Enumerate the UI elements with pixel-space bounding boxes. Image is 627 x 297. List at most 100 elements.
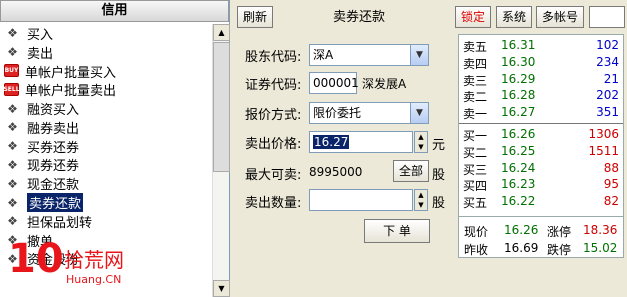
sell-level-row[interactable]: 卖五 16.31 102 <box>463 38 621 55</box>
tree-item[interactable]: ❖ 担保品划转 <box>0 212 212 231</box>
tree-item[interactable]: SELL 单帐户批量卖出 <box>0 80 212 99</box>
sell-level-row[interactable]: 卖四 16.30 234 <box>463 55 621 72</box>
price-label: 卖出价格: <box>245 137 302 152</box>
sell-vol: 102 <box>596 38 619 52</box>
buy-name: 买三 <box>463 162 488 177</box>
tree-item[interactable]: ❖ 融资买入 <box>0 99 212 119</box>
buy-name: 买二 <box>463 145 488 160</box>
multi-account-button[interactable]: 多帐号 <box>536 6 584 28</box>
qty-label: 卖出数量: <box>245 196 302 211</box>
diamond-icon: ❖ <box>7 45 18 60</box>
stepper-up-icon[interactable]: ▲ <box>415 190 427 200</box>
tree-item[interactable]: ❖ 买券还券 <box>0 137 212 156</box>
buy-vol: 95 <box>603 177 619 192</box>
quote-mode-value: 限价委托 <box>313 106 362 120</box>
sell-name: 卖二 <box>463 90 488 105</box>
max-sell-value: 8995000 <box>309 165 363 179</box>
tree-item[interactable]: BUY 单帐户批量买入 <box>0 62 212 81</box>
qty-stepper[interactable]: ▲ ▼ <box>414 189 428 211</box>
chevron-down-icon[interactable]: ▼ <box>410 45 428 65</box>
scroll-up-icon[interactable]: ▲ <box>213 24 230 41</box>
buy-price: 16.25 <box>501 143 536 158</box>
tree-item-label: 融资买入 <box>27 103 80 119</box>
sell-level-row[interactable]: 卖三 16.29 21 <box>463 72 621 89</box>
max-unit: 股 <box>432 168 446 183</box>
diamond-icon: ❖ <box>7 214 18 229</box>
buy-name: 买一 <box>463 129 488 143</box>
stepper-down-icon[interactable]: ▼ <box>415 200 427 210</box>
system-button[interactable]: 系统 <box>496 6 532 28</box>
buy-level-row[interactable]: 买一 16.26 1306 <box>463 127 621 144</box>
tree-item[interactable]: ❖ 卖券还款 <box>0 193 212 213</box>
tree-item[interactable]: ❖ 现金还款 <box>0 174 212 194</box>
scroll-down-icon[interactable]: ▼ <box>213 280 230 297</box>
diamond-icon: ❖ <box>7 139 18 154</box>
buy-name: 买四 <box>463 179 488 194</box>
watermark-site: Huang.CN <box>66 273 122 286</box>
tree-item-label: 卖出 <box>27 46 54 62</box>
buy-level-row[interactable]: 买四 16.23 95 <box>463 177 621 194</box>
refresh-button[interactable]: 刷新 <box>237 6 273 28</box>
quote-mode-select[interactable]: 限价委托 ▼ <box>309 102 429 124</box>
qty-unit: 股 <box>432 196 446 211</box>
tree-item[interactable]: ❖ 融券卖出 <box>0 118 212 137</box>
buy-vol: 88 <box>603 160 619 175</box>
code-input[interactable]: 000001 <box>309 72 359 94</box>
shareholder-value: 深A <box>313 48 334 62</box>
extra-box[interactable] <box>589 6 625 28</box>
sell-vol: 202 <box>596 88 619 103</box>
watermark-title: 拾荒网 <box>64 248 124 272</box>
tree-item-label: 单帐户批量卖出 <box>25 84 117 100</box>
stepper-up-icon[interactable]: ▲ <box>415 132 427 142</box>
price-stepper[interactable]: ▲ ▼ <box>414 131 428 153</box>
tree-item[interactable]: ❖ 现券还券 <box>0 156 212 175</box>
diamond-icon: ❖ <box>7 101 18 116</box>
divider <box>459 123 623 124</box>
tree-item-label: 单帐户批量买入 <box>25 65 117 81</box>
tree-item[interactable]: ❖ 买入 <box>0 24 212 43</box>
sell-price: 16.28 <box>501 88 536 103</box>
prev-close-value: 16.69 <box>504 241 539 255</box>
buy-level-row[interactable]: 买三 16.24 88 <box>463 161 621 178</box>
buy-level-row[interactable]: 买二 16.25 1511 <box>463 144 621 161</box>
chevron-down-icon[interactable]: ▼ <box>410 103 428 123</box>
submit-order-button[interactable]: 下 单 <box>364 219 430 243</box>
quote-mode-label: 报价方式: <box>245 108 302 123</box>
sell-level-row[interactable]: 卖一 16.27 351 <box>463 105 621 122</box>
limit-up-value: 18.36 <box>583 223 618 237</box>
sell-level-row[interactable]: 卖二 16.28 202 <box>463 88 621 105</box>
price-value: 16.27 <box>313 135 350 149</box>
sell-name: 卖一 <box>463 107 488 122</box>
tree-item[interactable]: ❖ 卖出 <box>0 43 212 62</box>
sell-name: 卖四 <box>463 56 488 71</box>
buy-level-row[interactable]: 买五 16.22 82 <box>463 194 621 211</box>
shareholder-select[interactable]: 深A ▼ <box>309 44 429 66</box>
price-input[interactable]: 16.27 <box>309 131 413 153</box>
sell-price: 16.30 <box>501 54 536 69</box>
max-sell-label: 最大可卖: <box>245 168 302 183</box>
tree-item-label: 卖券还款 <box>27 193 84 213</box>
sell-price: 16.31 <box>501 38 536 52</box>
buy-vol: 1511 <box>588 143 619 158</box>
toolbar: 刷新 卖券还款 锁定 系统 多帐号 <box>233 3 627 29</box>
prev-close-label: 昨收 <box>464 243 489 257</box>
scroll-thumb[interactable] <box>213 42 230 172</box>
buy-icon: BUY <box>4 64 19 78</box>
price-unit: 元 <box>432 138 446 153</box>
stock-name: 深发展A <box>362 77 407 91</box>
tree-item-label: 现金还款 <box>27 178 80 194</box>
sell-vol: 351 <box>596 105 619 120</box>
lock-button[interactable]: 锁定 <box>455 6 491 28</box>
tree-scrollbar[interactable]: ▲ ▼ <box>212 24 230 297</box>
tree-item-label: 担保品划转 <box>27 215 93 231</box>
qty-input[interactable] <box>309 189 413 211</box>
now-value: 16.26 <box>504 223 539 237</box>
all-button[interactable]: 全部 <box>393 160 429 182</box>
buy-vol: 1306 <box>588 127 619 141</box>
tree-item-label: 买入 <box>27 27 54 43</box>
buy-name: 买五 <box>463 196 488 211</box>
buy-price: 16.26 <box>501 127 536 141</box>
stepper-down-icon[interactable]: ▼ <box>415 142 427 152</box>
now-label: 现价 <box>464 225 489 239</box>
tree-item-label: 现券还券 <box>27 159 80 175</box>
